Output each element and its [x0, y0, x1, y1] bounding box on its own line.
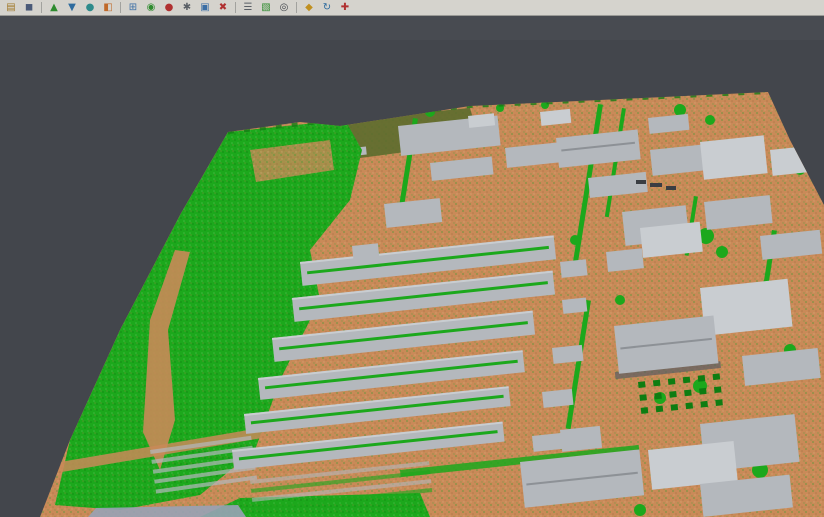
toolbar-separator: [120, 2, 121, 13]
measure-icon[interactable]: ◆: [301, 0, 317, 15]
rotate-view-icon[interactable]: ↻: [319, 0, 335, 15]
layers-icon[interactable]: ☰: [240, 0, 256, 15]
import-points-icon[interactable]: ▲: [46, 0, 62, 15]
open-folder-icon[interactable]: ▤: [3, 0, 19, 15]
sphere-icon[interactable]: ◉: [143, 0, 159, 15]
delete-icon[interactable]: ✖: [215, 0, 231, 15]
help-icon[interactable]: ✚: [337, 0, 353, 15]
frame-icon[interactable]: ▣: [197, 0, 213, 15]
grid-icon[interactable]: ⊞: [125, 0, 141, 15]
toolbar-separator: [41, 2, 42, 13]
viewport-3d[interactable]: [0, 16, 824, 517]
globe-icon[interactable]: ●: [82, 0, 98, 15]
record-icon[interactable]: ●: [161, 0, 177, 15]
box-select-icon[interactable]: ◧: [100, 0, 116, 15]
camera-icon[interactable]: ◎: [276, 0, 292, 15]
settings-icon[interactable]: ✱: [179, 0, 195, 15]
export-points-icon[interactable]: ▼: [64, 0, 80, 15]
classify-icon[interactable]: ▧: [258, 0, 274, 15]
toolbar: ▤◼▲▼●◧⊞◉●✱▣✖☰▧◎◆↻✚: [0, 0, 824, 16]
toolbar-separator: [235, 2, 236, 13]
toolbar-separator: [296, 2, 297, 13]
save-icon[interactable]: ◼: [21, 0, 37, 15]
point-cloud-scene: [0, 16, 824, 517]
